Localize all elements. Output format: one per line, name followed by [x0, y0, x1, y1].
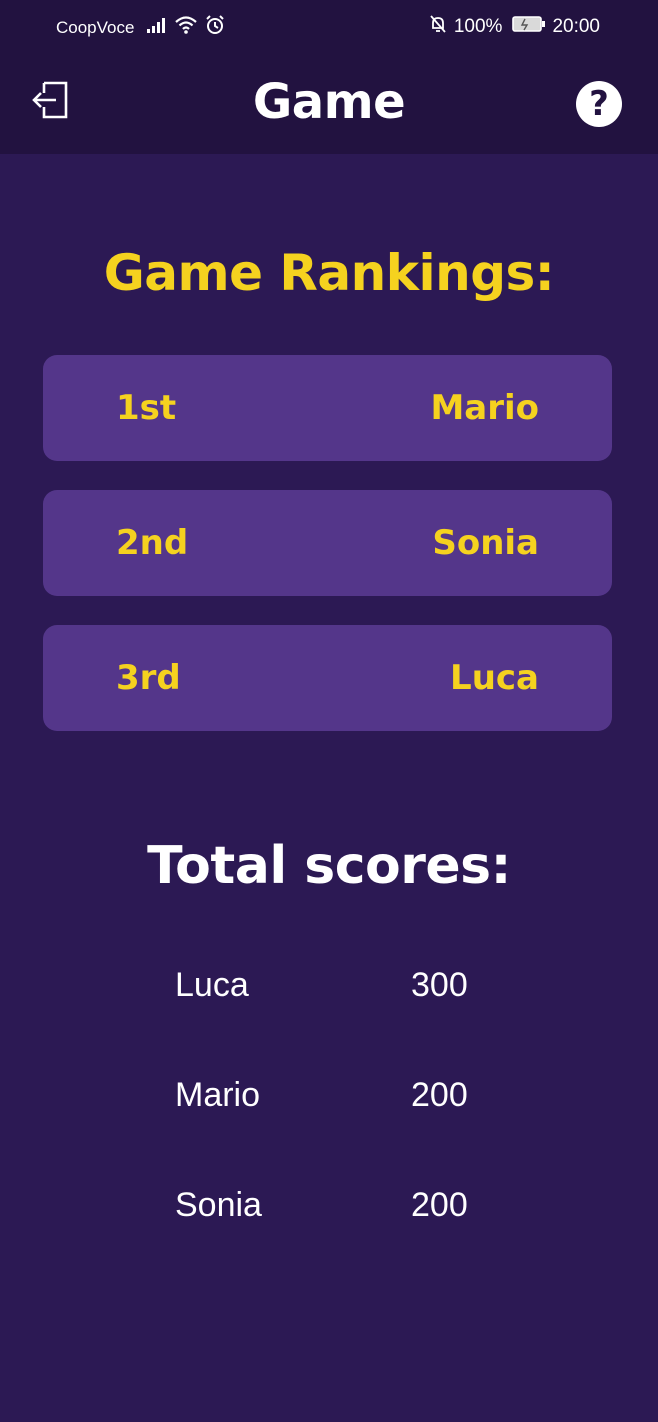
ranking-player-name: Mario: [430, 388, 539, 428]
page-title: Game: [252, 74, 406, 130]
status-left: CoopVoce: [56, 14, 232, 41]
alarm-icon: [204, 14, 226, 41]
carrier-label: CoopVoce: [56, 17, 135, 37]
clock-time: 20:00: [552, 16, 600, 37]
rankings-title: Game Rankings:: [103, 244, 555, 302]
score-value: 300: [411, 966, 468, 1004]
battery-percent: 100%: [453, 16, 503, 37]
score-value: 200: [411, 1186, 468, 1224]
ranking-player-name: Luca: [450, 658, 539, 698]
status-bar: CoopVoce 100% 20:00: [0, 0, 658, 52]
score-row: Mario 200: [0, 1076, 658, 1126]
help-icon: ?: [589, 84, 609, 124]
ranking-card: 1st Mario: [43, 355, 612, 461]
help-button[interactable]: ?: [576, 81, 622, 127]
score-row: Luca 300: [0, 966, 658, 1016]
wifi-icon: [174, 15, 198, 40]
signal-icon: [146, 16, 168, 39]
ranking-card: 3rd Luca: [43, 625, 612, 731]
score-row: Sonia 200: [0, 1186, 658, 1236]
score-player-name: Luca: [175, 966, 249, 1004]
ranking-position: 1st: [116, 388, 177, 428]
bell-off-icon: [428, 14, 448, 40]
score-player-name: Mario: [175, 1076, 261, 1114]
score-value: 200: [411, 1076, 468, 1114]
ranking-player-name: Sonia: [432, 523, 539, 563]
ranking-position: 2nd: [116, 523, 189, 563]
app-bar: Game ?: [0, 52, 658, 154]
scores-title: Total scores:: [147, 836, 511, 896]
battery-charging-icon: [512, 16, 546, 38]
status-right: 100% 20:00: [428, 14, 600, 40]
ranking-card: 2nd Sonia: [43, 490, 612, 596]
ranking-position: 3rd: [116, 658, 181, 698]
score-player-name: Sonia: [175, 1186, 262, 1224]
